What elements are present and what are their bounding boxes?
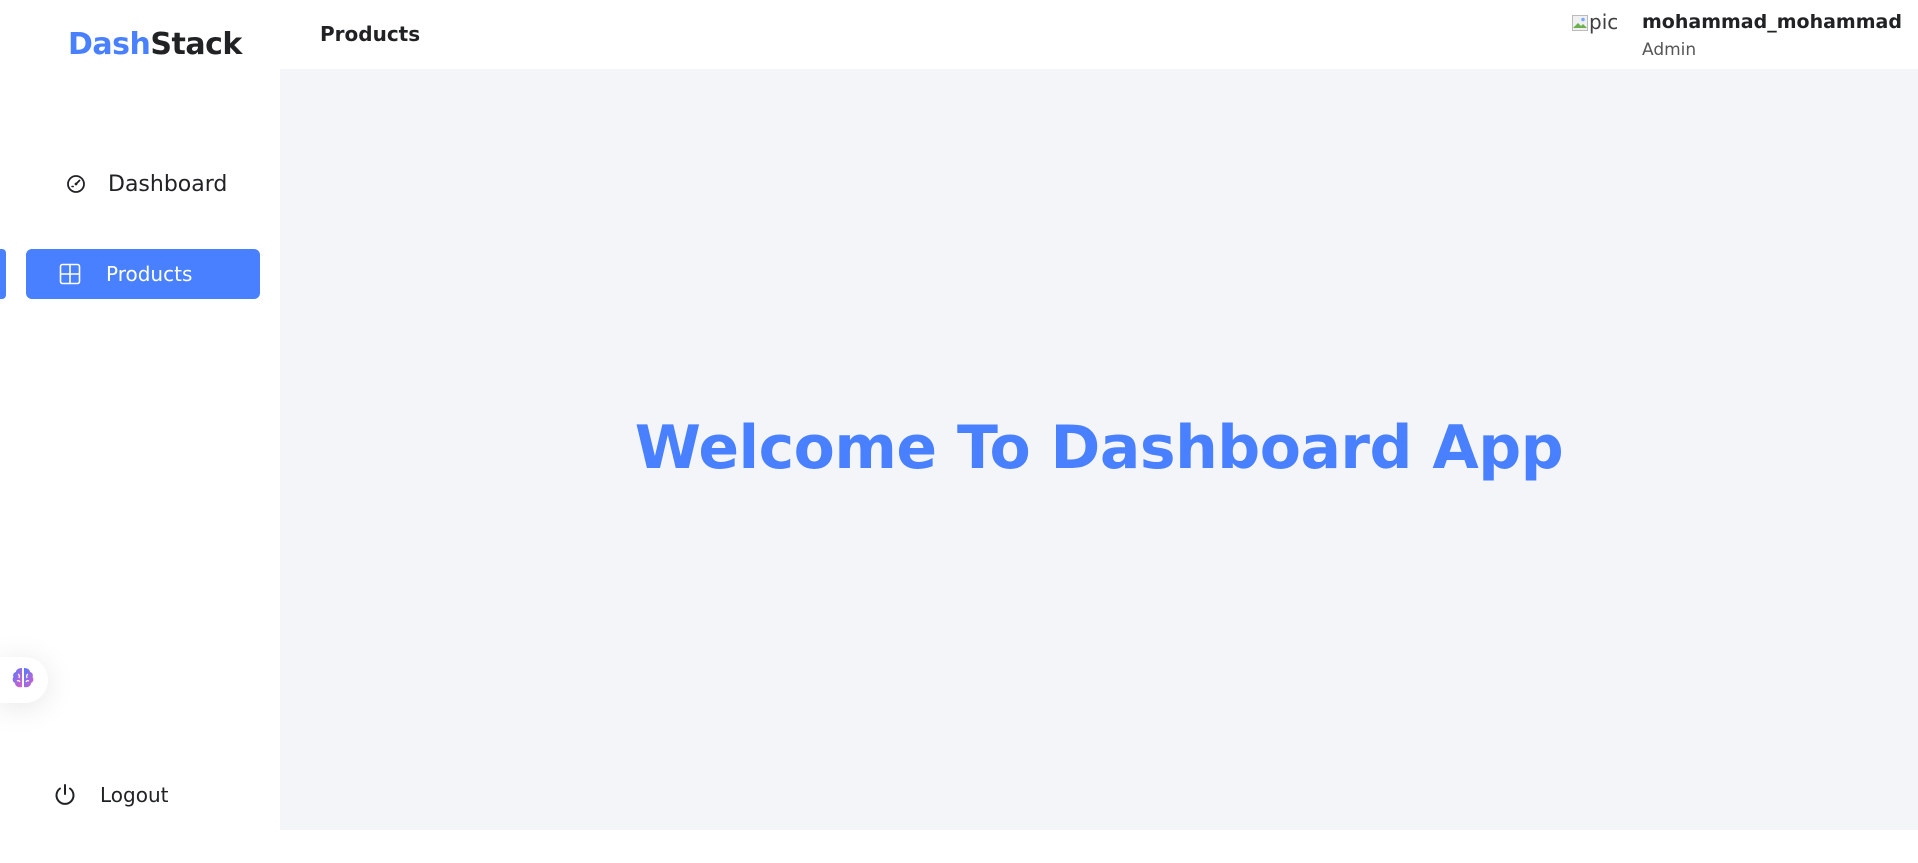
header: Products pic mohammad_mohammad Admin: [280, 0, 1918, 69]
sidebar-item-products[interactable]: Products: [26, 249, 260, 299]
logout-button[interactable]: Logout: [52, 777, 168, 813]
power-icon: [52, 782, 78, 808]
assistant-button[interactable]: [0, 657, 48, 703]
logout-label: Logout: [100, 783, 169, 807]
brand-logo[interactable]: DashStack: [68, 27, 242, 62]
welcome-heading: Welcome To Dashboard App: [634, 413, 1564, 483]
gauge-icon: [64, 172, 88, 196]
active-indicator: [0, 249, 6, 299]
page-title: Products: [320, 22, 421, 46]
grid-icon: [58, 262, 82, 286]
main-content: Welcome To Dashboard App: [280, 69, 1918, 830]
sidebar-item-label: Dashboard: [108, 171, 228, 197]
avatar[interactable]: pic: [1572, 10, 1622, 54]
user-name: mohammad_mohammad: [1642, 11, 1902, 33]
sidebar-item-label: Products: [106, 262, 193, 286]
sidebar: DashStack Dashboard Products Logout: [0, 0, 280, 863]
sidebar-item-dashboard[interactable]: Dashboard: [64, 166, 227, 202]
brand-logo-part2: Stack: [150, 27, 242, 62]
brand-logo-part1: Dash: [68, 27, 151, 62]
brain-icon: [10, 665, 36, 695]
user-role: Admin: [1642, 40, 1697, 60]
avatar-alt-text: pic: [1589, 10, 1619, 34]
broken-image-icon: [1572, 12, 1588, 31]
